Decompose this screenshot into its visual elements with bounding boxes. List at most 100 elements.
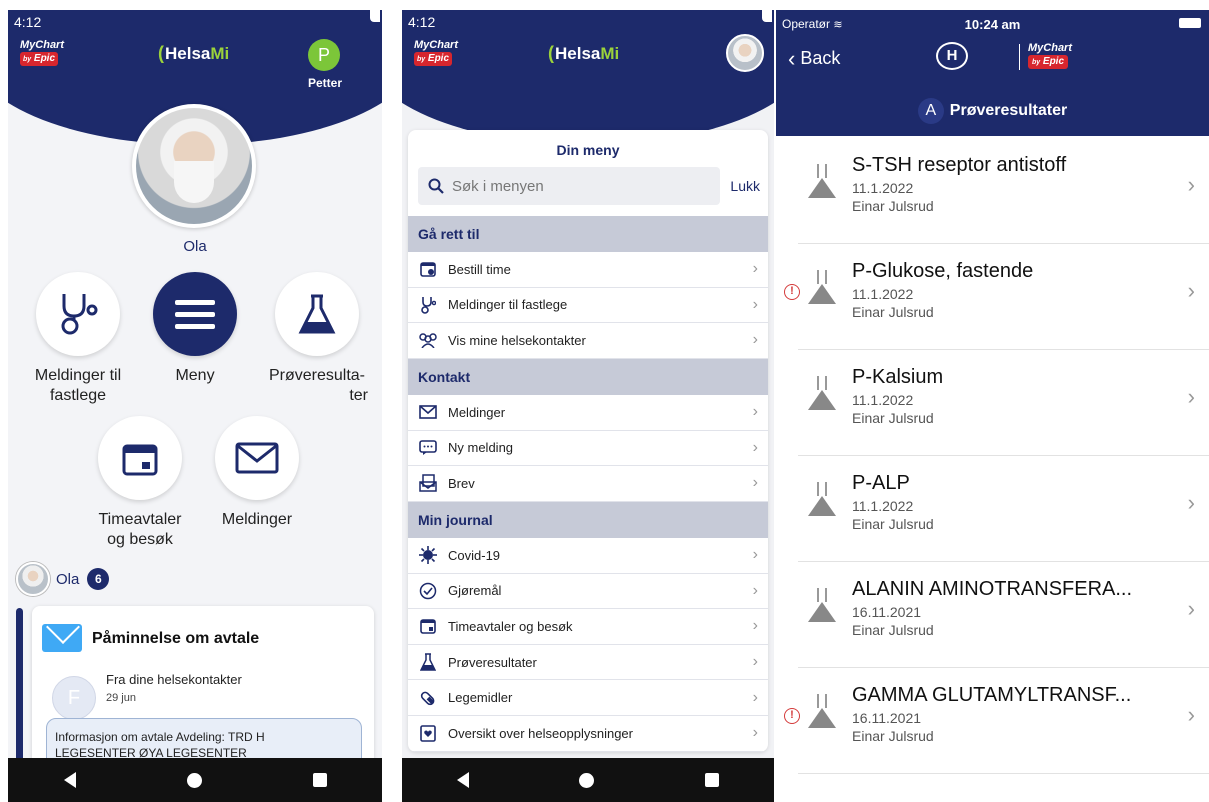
menu-item-tasks[interactable]: Gjøremål › xyxy=(408,574,768,610)
section-journal: Min journal xyxy=(408,502,768,538)
menu-item-overview[interactable]: Oversikt over helseopplysninger › xyxy=(408,716,768,752)
menu-item-new-message[interactable]: Ny melding › xyxy=(408,431,768,467)
alert-icon: ! xyxy=(784,708,800,724)
chevron-right-icon: › xyxy=(752,546,758,564)
flask-icon xyxy=(808,376,836,410)
mail-icon xyxy=(42,624,82,652)
ios-header: Operatør ≋ 10:24 am ‹ Back H MyChart by … xyxy=(776,10,1209,136)
stethoscope-icon xyxy=(418,295,438,315)
ios-time: 10:24 am xyxy=(964,17,1021,32)
helsami-logo: (HelsaMi xyxy=(548,43,620,63)
page-title: A Prøveresultater xyxy=(776,98,1209,124)
close-menu-button[interactable]: Lukk xyxy=(730,178,760,194)
home-icon[interactable] xyxy=(186,772,202,788)
flask-icon xyxy=(808,164,836,198)
menu-item-covid[interactable]: Covid-19 › xyxy=(408,538,768,574)
chevron-right-icon: › xyxy=(1187,702,1195,727)
android-nav-bar xyxy=(402,758,774,802)
search-icon xyxy=(428,178,444,194)
result-row[interactable]: P-ALP 11.1.2022 Einar Julsrud › xyxy=(776,456,1209,562)
result-row[interactable]: P-Kalsium 11.1.2022 Einar Julsrud › xyxy=(776,350,1209,456)
menu-item-contacts[interactable]: Vis mine helsekontakter › xyxy=(408,323,768,359)
battery-icon xyxy=(1179,18,1201,28)
patient-avatar[interactable]: A xyxy=(917,98,944,124)
result-row[interactable]: ! P-Glukose, fastende 11.1.2022 Einar Ju… xyxy=(776,244,1209,350)
mychart-logo: MyChart by Epic xyxy=(1028,42,1073,69)
tile-appointments[interactable]: Timeavtaler og besøk xyxy=(78,416,202,550)
feed-timeline-bar xyxy=(16,608,23,768)
section-contact: Kontakt xyxy=(408,359,768,395)
check-circle-icon xyxy=(418,581,438,601)
tile-messages-gp[interactable]: Meldinger til fastlege xyxy=(18,272,138,406)
message-date: 29 jun xyxy=(106,692,136,704)
profile-photo xyxy=(136,108,252,224)
result-row[interactable]: S-TSH reseptor antistoff 11.1.2022 Einar… xyxy=(776,138,1209,244)
epic-logo: by Epic xyxy=(1028,55,1068,69)
back-icon[interactable] xyxy=(457,772,470,788)
menu-item-medicines[interactable]: Legemidler › xyxy=(408,680,768,716)
user-avatar[interactable] xyxy=(726,34,764,72)
calendar-icon xyxy=(98,416,182,500)
virus-icon xyxy=(418,545,438,565)
menu-item-messages-gp[interactable]: Meldinger til fastlege › xyxy=(408,288,768,324)
helsami-logo: (HelsaMi xyxy=(158,43,230,63)
chevron-right-icon: › xyxy=(1187,278,1195,303)
sender-avatar: F xyxy=(52,676,96,720)
chevron-left-icon: ‹ xyxy=(788,46,796,71)
profile-avatar[interactable] xyxy=(132,104,256,228)
status-time: 4:12 xyxy=(408,14,436,30)
user-name[interactable]: Petter xyxy=(308,76,342,90)
mychart-logo: MyChart by Epic xyxy=(414,39,459,66)
feed-owner[interactable]: Ola 6 xyxy=(16,562,110,596)
recent-apps-icon[interactable] xyxy=(312,773,327,787)
tile-messages[interactable]: Meldinger xyxy=(198,416,316,530)
tile-menu[interactable]: Meny xyxy=(138,272,252,386)
chevron-right-icon: › xyxy=(752,581,758,599)
menu-item-messages[interactable]: Meldinger › xyxy=(408,395,768,431)
back-button[interactable]: ‹ Back xyxy=(788,46,840,72)
result-row[interactable]: ALANIN AMINOTRANSFERA... 16.11.2021 Eina… xyxy=(776,562,1209,668)
chevron-right-icon: › xyxy=(1187,384,1195,409)
envelope-icon xyxy=(215,416,299,500)
alert-icon: ! xyxy=(784,284,800,300)
menu-icon xyxy=(153,272,237,356)
menu-item-results[interactable]: Prøveresultater › xyxy=(408,645,768,681)
flask-icon xyxy=(418,652,438,672)
calendar-add-icon xyxy=(418,259,438,279)
stethoscope-icon xyxy=(36,272,120,356)
owner-avatar xyxy=(16,562,50,596)
menu-header: 4:12 MyChart by Epic (HelsaMi xyxy=(402,10,774,150)
menu-search-input[interactable]: Søk i menyen xyxy=(418,167,720,205)
flask-icon xyxy=(808,270,836,304)
chevron-right-icon: › xyxy=(752,617,758,635)
helsami-h-logo: H xyxy=(936,42,968,70)
owner-name: Ola xyxy=(56,570,80,588)
recent-apps-icon[interactable] xyxy=(704,773,719,787)
status-indicator xyxy=(762,10,772,22)
chevron-right-icon: › xyxy=(1187,596,1195,621)
back-icon[interactable] xyxy=(63,772,76,788)
result-row[interactable]: ! GAMMA GLUTAMYLTRANSF... 16.11.2021 Ein… xyxy=(776,668,1209,774)
flask-icon xyxy=(808,694,836,728)
chevron-right-icon: › xyxy=(752,403,758,421)
feed-card[interactable]: Påminnelse om avtale F Fra dine helsekon… xyxy=(32,606,374,776)
menu-item-book[interactable]: Bestill time › xyxy=(408,252,768,288)
chevron-right-icon: › xyxy=(1187,172,1195,197)
home-icon[interactable] xyxy=(579,772,595,788)
menu-item-appointments[interactable]: Timeavtaler og besøk › xyxy=(408,609,768,645)
chevron-right-icon: › xyxy=(752,474,758,492)
flask-icon xyxy=(808,588,836,622)
letter-icon xyxy=(418,473,438,493)
tile-test-results[interactable]: Prøveresulta- ter xyxy=(256,272,378,406)
menu-item-letter[interactable]: Brev › xyxy=(408,466,768,502)
pill-icon xyxy=(418,688,438,708)
epic-logo: by Epic xyxy=(414,52,452,66)
chevron-right-icon: › xyxy=(752,438,758,456)
screen-menu: 4:12 MyChart by Epic (HelsaMi Din meny S… xyxy=(402,10,774,802)
screen-home: 4:12 MyChart by Epic (HelsaMi P Petter O… xyxy=(8,10,382,802)
chevron-right-icon: › xyxy=(752,331,758,349)
user-avatar[interactable]: P xyxy=(308,39,340,71)
chevron-right-icon: › xyxy=(752,260,758,278)
epic-logo: by Epic xyxy=(20,52,58,66)
people-icon xyxy=(418,330,438,350)
